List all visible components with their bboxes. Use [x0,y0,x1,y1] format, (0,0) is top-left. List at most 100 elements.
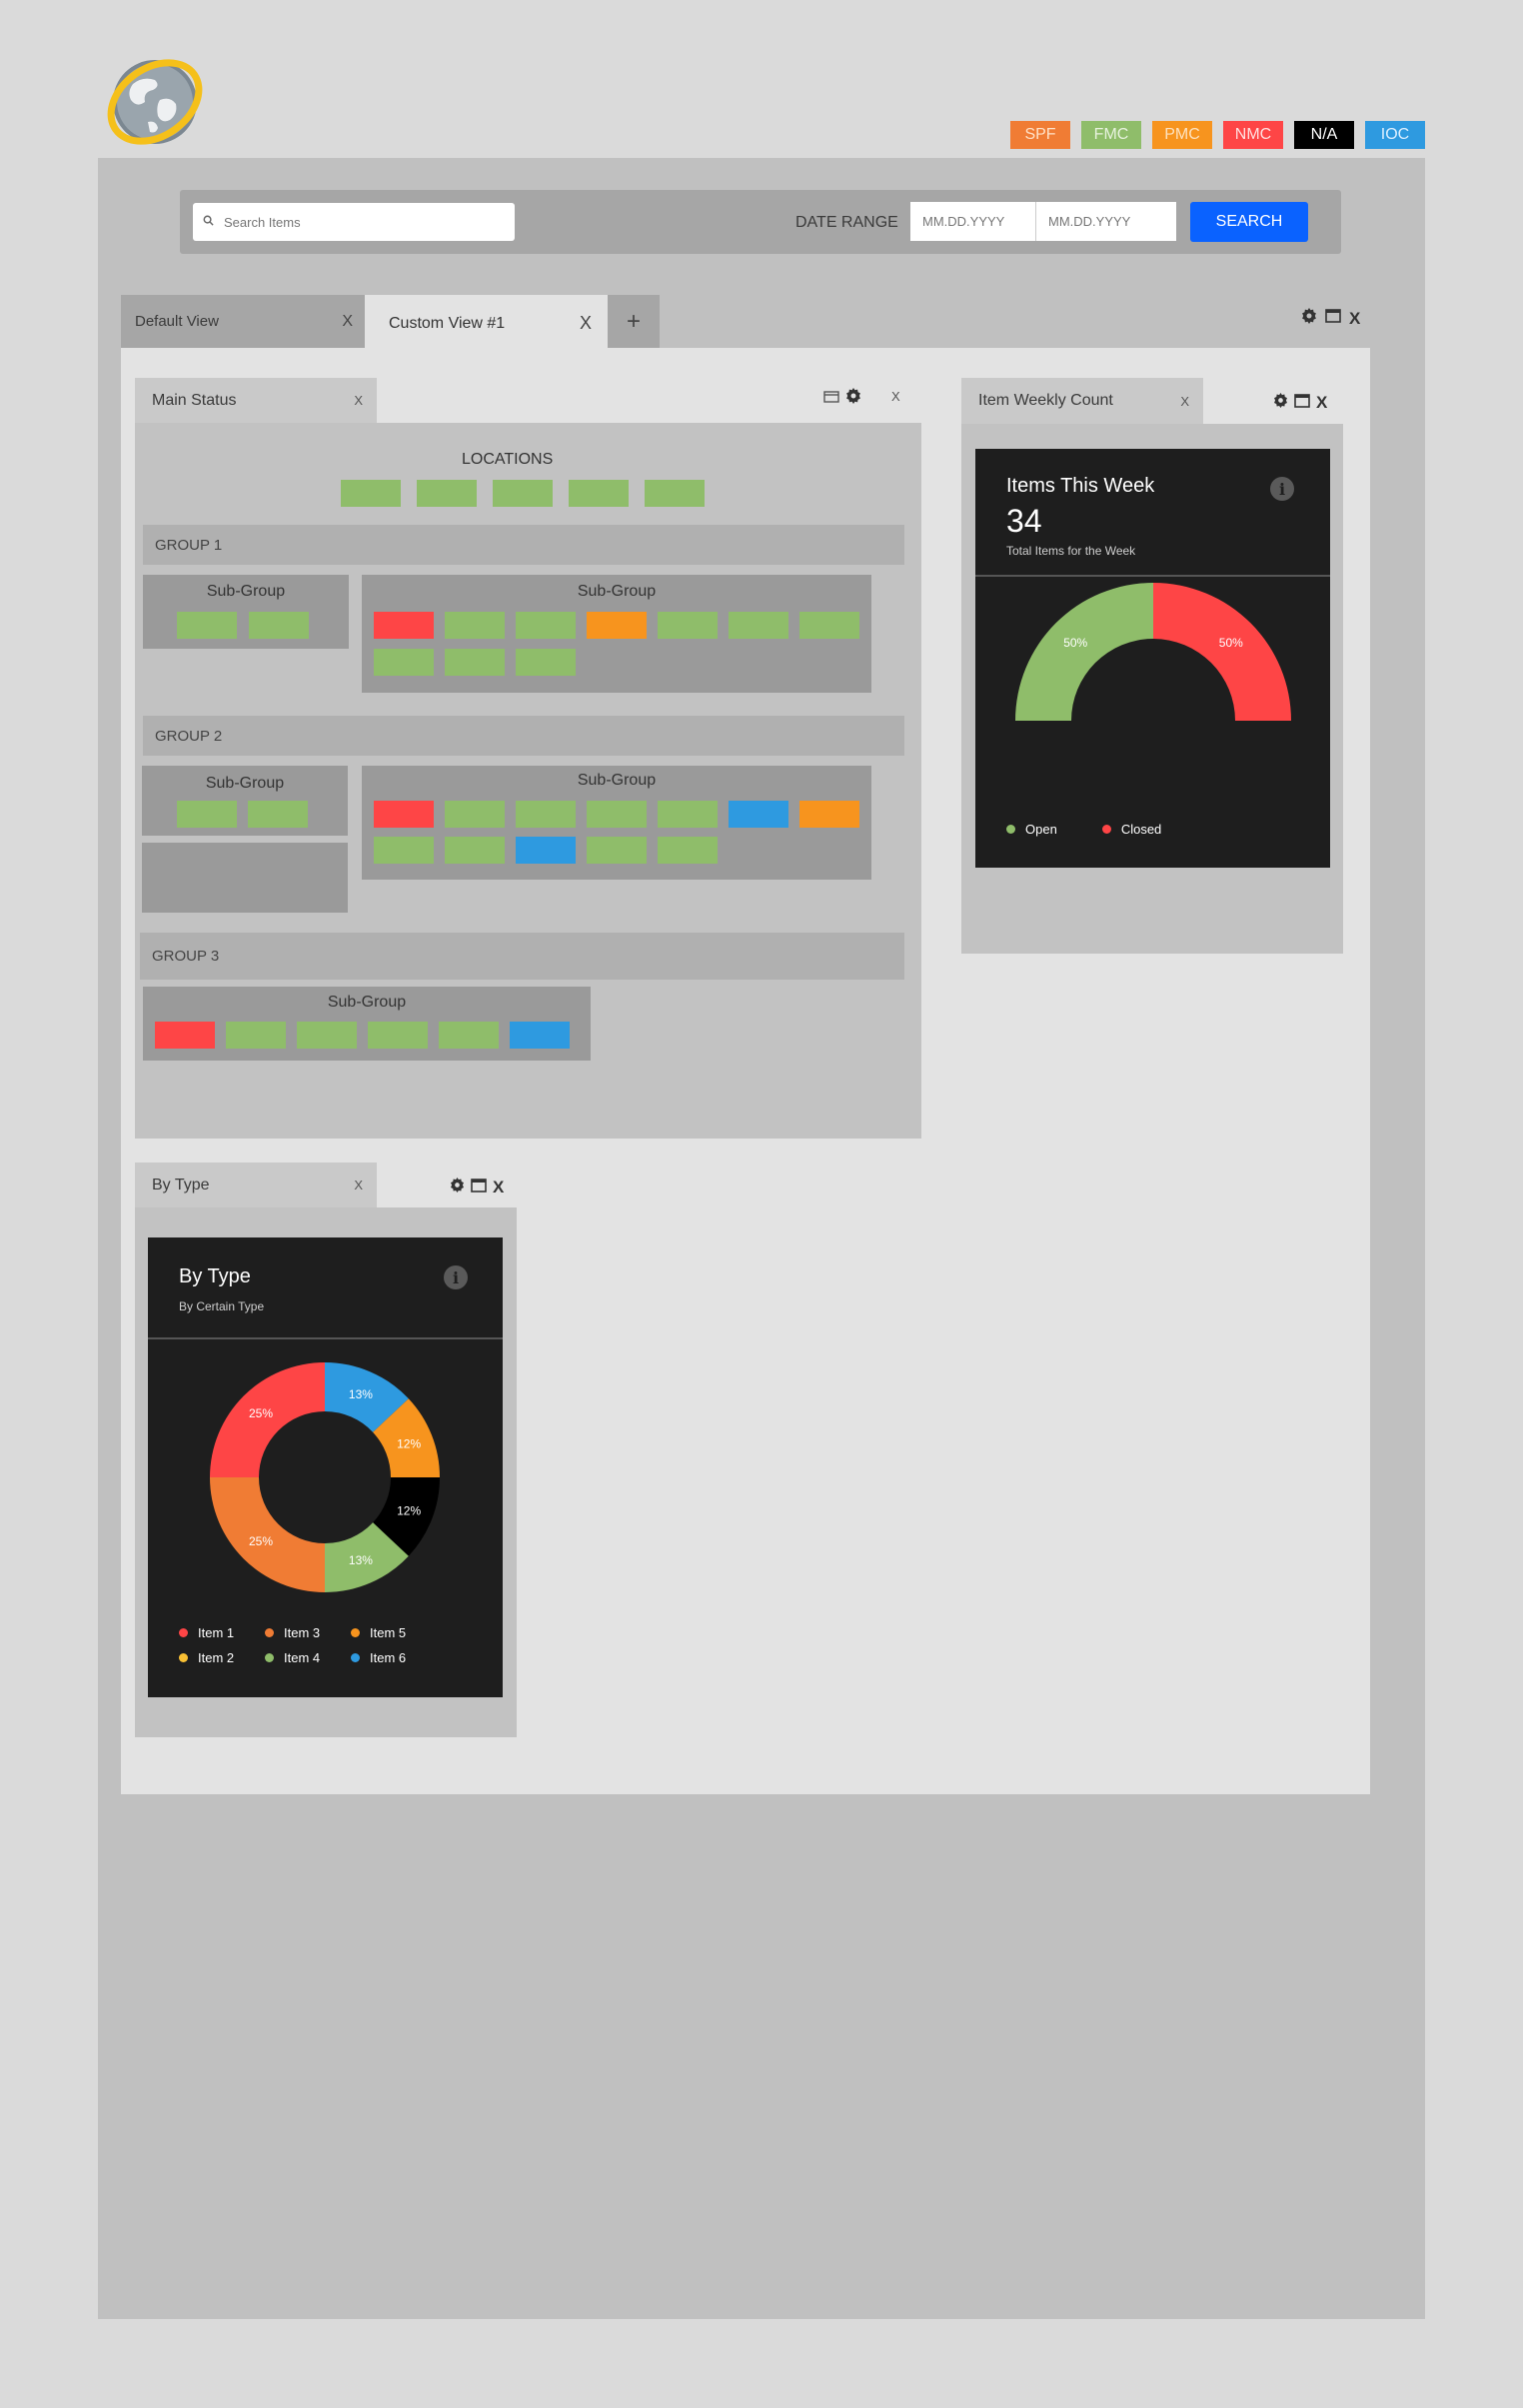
tab-close-button[interactable]: X [342,313,353,331]
legend-item: Item 4 [265,1650,351,1665]
by-type-data-label: 12% [397,1437,421,1451]
legend-label: PMC [1164,126,1200,143]
item-status[interactable] [658,837,718,864]
legend-label: Item 6 [370,1650,407,1665]
search-bar: DATE RANGE SEARCH [180,190,1341,254]
location-status[interactable] [493,480,553,507]
search-field[interactable] [193,203,515,241]
item-status[interactable] [587,837,647,864]
tab-close-button[interactable]: X [580,313,592,334]
view-controls: X [1301,308,1360,329]
item-status[interactable] [587,801,647,828]
gear-icon[interactable] [1273,393,1288,413]
item-status[interactable] [658,612,718,639]
legend-label: Item 1 [198,1625,235,1640]
location-status[interactable] [417,480,477,507]
gear-icon[interactable] [1301,308,1317,329]
item-status[interactable] [445,801,505,828]
item-status[interactable] [177,801,237,828]
location-status[interactable] [341,480,401,507]
card-divider [148,1337,503,1339]
maximize-icon[interactable] [1294,393,1310,413]
group-label: GROUP 3 [152,948,220,965]
legend-dot [351,1653,360,1662]
item-status[interactable] [516,801,576,828]
legend-label: NMC [1234,126,1272,143]
info-icon[interactable]: i [1270,477,1294,501]
item-status[interactable] [248,801,308,828]
item-status[interactable] [226,1022,286,1049]
item-status[interactable] [587,612,647,639]
locations-label: LOCATIONS [462,451,554,468]
info-icon[interactable]: i [444,1265,468,1289]
item-status[interactable] [445,837,505,864]
close-view-button[interactable]: X [1349,309,1360,329]
item-status[interactable] [799,612,859,639]
item-status[interactable] [516,649,576,676]
main-status-controls [823,388,861,409]
window-icon[interactable] [823,390,839,408]
card-title: Items This Week [1006,475,1155,497]
maximize-icon[interactable] [1325,309,1341,328]
weekly-slice[interactable] [1153,583,1291,721]
item-status[interactable] [510,1022,570,1049]
date-from-input[interactable] [910,202,1036,241]
add-tab-button[interactable]: + [608,295,660,348]
item-status[interactable] [374,801,434,828]
search-button[interactable]: SEARCH [1190,202,1308,242]
search-input[interactable] [224,214,494,230]
item-status[interactable] [799,801,859,828]
item-status[interactable] [729,612,788,639]
group-3-header[interactable]: GROUP 3 [140,933,904,980]
subgroup-label: Sub-Group [206,583,286,600]
gear-icon[interactable] [450,1178,465,1198]
by-type-data-label: 25% [249,1534,273,1548]
status-legend-spf: SPF [1010,121,1070,149]
widget-close-button[interactable]: X [1180,394,1189,409]
legend-label: Open [1025,822,1057,837]
item-status[interactable] [155,1022,215,1049]
item-status[interactable] [177,612,237,639]
item-status[interactable] [658,801,718,828]
item-status[interactable] [249,612,309,639]
location-status[interactable] [645,480,705,507]
weekly-count-tab[interactable]: Item Weekly Count X [961,378,1203,424]
main-status-close-button[interactable]: X [891,389,900,404]
item-status[interactable] [368,1022,428,1049]
item-status[interactable] [445,612,505,639]
item-status[interactable] [374,837,434,864]
tab-custom-view[interactable]: Custom View #1 X [365,295,608,352]
item-status[interactable] [374,612,434,639]
item-status[interactable] [297,1022,357,1049]
item-status[interactable] [374,649,434,676]
legend-label: Item 4 [284,1650,321,1665]
location-status[interactable] [569,480,629,507]
item-status[interactable] [729,801,788,828]
status-legend-fmc: FMC [1081,121,1141,149]
legend-dot [1006,825,1015,834]
widget-close-button[interactable]: X [354,1178,363,1193]
legend-label: FMC [1093,126,1129,143]
item-status[interactable] [516,612,576,639]
maximize-icon[interactable] [471,1178,487,1198]
item-status[interactable] [445,649,505,676]
widget-close-button[interactable]: X [493,1178,504,1198]
item-status[interactable] [439,1022,499,1049]
gear-icon[interactable] [845,388,861,409]
date-to-input[interactable] [1036,202,1176,241]
main-status-tab[interactable]: Main Status X [135,378,377,423]
item-status[interactable] [516,837,576,864]
app-logo[interactable] [100,50,210,154]
by-type-body: By Type By Certain Type i 13% 12% 12% 13% 25… [135,1207,517,1737]
legend-label: IOC [1380,126,1410,143]
group-2-header[interactable]: GROUP 2 [143,716,904,756]
widget-close-button[interactable]: X [354,393,363,408]
legend-dot [351,1628,360,1637]
widget-close-button[interactable]: X [1316,393,1327,413]
date-range-label: DATE RANGE [795,214,898,231]
tab-default-view[interactable]: Default View X [121,295,365,348]
weekly-count-controls: X [1273,393,1327,413]
group-1-header[interactable]: GROUP 1 [143,525,904,565]
by-type-tab[interactable]: By Type X [135,1163,377,1207]
weekly-slice[interactable] [1015,583,1153,721]
